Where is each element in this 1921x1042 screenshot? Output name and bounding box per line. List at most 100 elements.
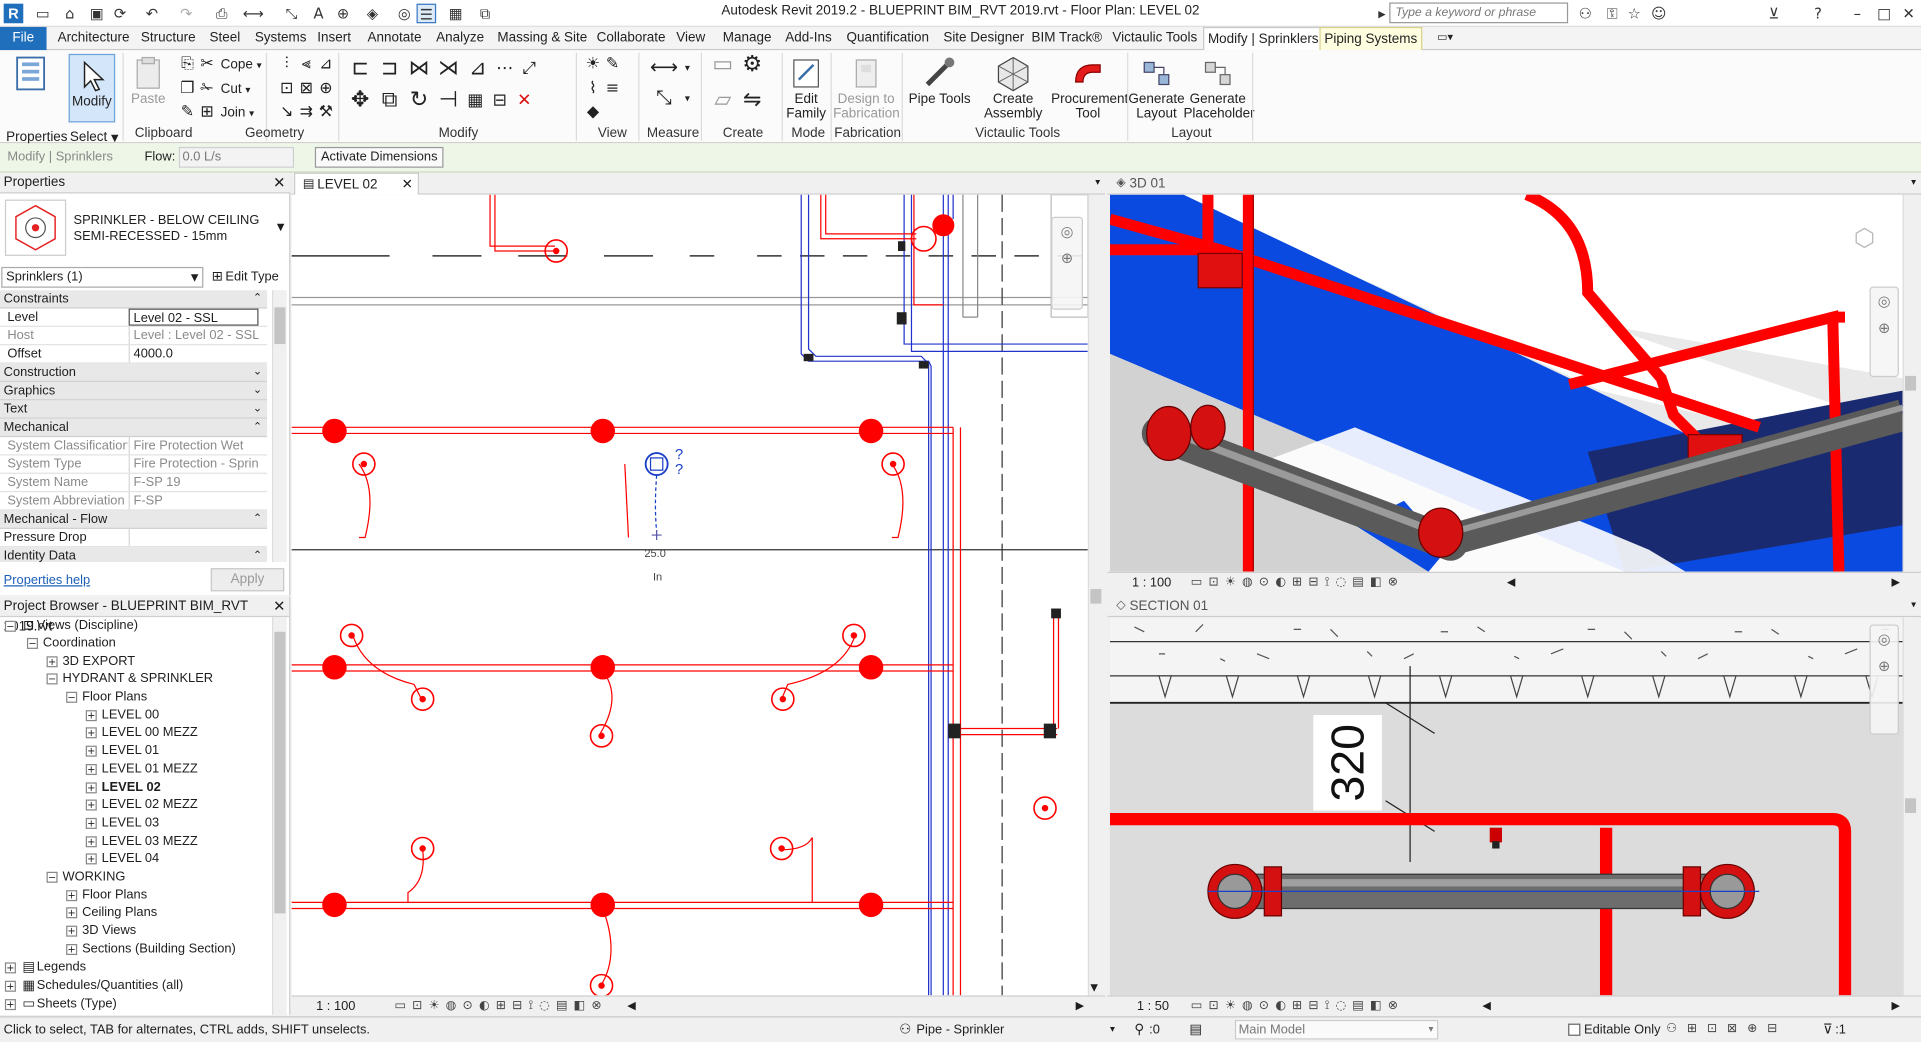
- scroll-down-icon[interactable]: ▼: [1090, 982, 1098, 993]
- design-to-fabrication-button[interactable]: Design to Fabrication: [833, 53, 900, 124]
- editable-only-toggle[interactable]: Editable Only: [1568, 1017, 1661, 1041]
- copy-button[interactable]: ⎘ ✂ Cope ▾: [178, 54, 261, 76]
- tab-annotate[interactable]: Annotate: [364, 27, 425, 50]
- subscription-icon[interactable]: ⚿: [1602, 4, 1622, 24]
- cut-button[interactable]: ❐ ✁ Cut ▾: [178, 78, 250, 100]
- tree-sheets[interactable]: + ▭ Sheets (Type): [4, 994, 117, 1012]
- 3d-view-canvas[interactable]: ⬡ ◎ ⊕: [1109, 194, 1903, 572]
- generate-placeholder-button[interactable]: Generate Placeholder: [1183, 53, 1255, 124]
- view-control-icons[interactable]: ▭⊡☀◍⊙◐⊞⊟⟟◌▤◧⊗: [1191, 573, 1404, 593]
- offset-field[interactable]: 4000.0: [128, 345, 259, 363]
- minimize-icon[interactable]: –: [1847, 4, 1867, 24]
- redo-icon[interactable]: ↷: [176, 4, 196, 24]
- tab-section-01[interactable]: ◇ SECTION 01: [1112, 595, 1208, 617]
- scroll-left-icon[interactable]: ◀: [1507, 573, 1515, 593]
- measure-icon[interactable]: ⟷: [243, 4, 264, 24]
- tab-quantification[interactable]: Quantification: [843, 27, 933, 50]
- tree-ceiling-plans[interactable]: + Ceiling Plans: [66, 904, 157, 922]
- flow-input[interactable]: 0.0 L/s: [178, 146, 295, 168]
- property-level[interactable]: Level Level 02 - SSL: [0, 308, 268, 327]
- type-subname[interactable]: SEMI-RECESSED - 15mm: [74, 229, 228, 244]
- scroll-thumb[interactable]: [1905, 375, 1917, 391]
- tab-massing-site[interactable]: Massing & Site: [494, 27, 591, 50]
- 3d-vertical-scrollbar[interactable]: [1902, 194, 1918, 572]
- tab-steel[interactable]: Steel: [206, 27, 244, 50]
- tab-structure[interactable]: Structure: [137, 27, 199, 50]
- tab-piping-systems[interactable]: Piping Systems: [1319, 26, 1423, 51]
- active-design-option[interactable]: Main Model ▾: [1234, 1019, 1439, 1040]
- plan-view-canvas[interactable]: ?? 25.0 In ◎ ⊕: [291, 194, 1088, 996]
- chevron-down-icon[interactable]: ▾: [1110, 1017, 1115, 1041]
- filter-count[interactable]: ⊽:1: [1820, 1017, 1846, 1041]
- steering-wheel-icon[interactable]: ◎: [1871, 288, 1898, 315]
- tab-file[interactable]: File: [0, 26, 47, 51]
- properties-scrollbar[interactable]: [271, 290, 287, 562]
- instance-selector[interactable]: Sprinklers (1) ▼: [1, 266, 204, 288]
- help-icon[interactable]: ?: [1808, 4, 1828, 24]
- tab-menu-icon[interactable]: ▾: [1095, 176, 1100, 187]
- geometry-tools-row-2[interactable]: ⊡ ⊠ ⊕: [277, 78, 336, 100]
- zoom-icon[interactable]: ⊕: [1871, 315, 1898, 342]
- tree-level-04[interactable]: + LEVEL 04: [85, 850, 159, 868]
- sync-icon[interactable]: ⟳: [110, 4, 130, 24]
- 3d-scale[interactable]: 1 : 100: [1132, 573, 1171, 593]
- tree-working[interactable]: − WORKING: [46, 868, 125, 886]
- paste-button[interactable]: Paste: [125, 53, 172, 124]
- tab-victaulic-tools[interactable]: Victaulic Tools: [1109, 27, 1201, 50]
- view-tools-row-1[interactable]: ☀ ✎: [583, 54, 622, 76]
- join-button[interactable]: ✎ ⊞ Join ▾: [178, 102, 254, 124]
- tree-legends[interactable]: + ▤ Legends: [4, 957, 86, 975]
- geometry-tools-row-1[interactable]: ⫶ ⫷ ⊿: [277, 54, 336, 76]
- tree-level-00-mezz[interactable]: + LEVEL 00 MEZZ: [85, 724, 198, 742]
- group-construction[interactable]: Construction ⌄: [0, 363, 268, 383]
- switch-windows-icon[interactable]: ⧉: [475, 4, 495, 24]
- group-constraints[interactable]: Constraints ⌃: [0, 290, 268, 309]
- tree-schedules[interactable]: + ▦ Schedules/Quantities (all): [4, 976, 183, 994]
- edit-type-button[interactable]: ⊞ Edit Type: [209, 267, 279, 288]
- scroll-left-icon[interactable]: ◀: [627, 997, 635, 1017]
- ribbon-toggle-icon[interactable]: ▭▾: [1433, 27, 1456, 50]
- search-input[interactable]: Type a keyword or phrase: [1389, 2, 1569, 24]
- tab-menu-icon[interactable]: ▾: [1911, 599, 1916, 610]
- section-horizontal-thumb[interactable]: [1661, 999, 1679, 1014]
- close-icon[interactable]: ✕: [273, 596, 285, 617]
- scroll-right-icon[interactable]: ▶: [1892, 573, 1900, 593]
- scroll-left-icon[interactable]: ◀: [1482, 997, 1490, 1017]
- tree-level-02[interactable]: + LEVEL 02: [85, 779, 161, 797]
- user-icon[interactable]: ☺: [1649, 4, 1669, 24]
- tree-floor-plans[interactable]: − Floor Plans: [66, 688, 147, 706]
- navigation-bar-3d[interactable]: ◎ ⊕: [1869, 286, 1899, 378]
- tree-level-03-mezz[interactable]: + LEVEL 03 MEZZ: [85, 833, 198, 851]
- tab-level-02[interactable]: ▤ LEVEL 02 ✕: [294, 172, 419, 195]
- close-icon[interactable]: ✕: [273, 173, 285, 194]
- plan-scale[interactable]: 1 : 100: [316, 997, 355, 1017]
- group-mechanical[interactable]: Mechanical ⌃: [0, 418, 268, 438]
- tab-collaborate[interactable]: Collaborate: [593, 27, 669, 50]
- open-icon[interactable]: ▭: [33, 4, 53, 24]
- family-selector[interactable]: ⚇ Pipe - Sprinkler: [894, 1017, 1004, 1041]
- tree-level-00[interactable]: + LEVEL 00: [85, 706, 159, 724]
- favorites-star-icon[interactable]: ☆: [1624, 4, 1644, 24]
- measure-between-button[interactable]: ⟷ ▾: [647, 56, 690, 78]
- 3d-view-icon[interactable]: ◈: [363, 4, 383, 24]
- generate-layout-button[interactable]: Generate Layout: [1127, 53, 1186, 124]
- tab-view[interactable]: View: [673, 27, 709, 50]
- tree-working-floor-plans[interactable]: + Floor Plans: [66, 886, 147, 904]
- thin-lines-icon[interactable]: ☰: [416, 3, 437, 23]
- properties-help-link[interactable]: Properties help: [4, 573, 91, 588]
- property-offset[interactable]: Offset 4000.0: [0, 345, 268, 364]
- print-icon[interactable]: ⎙: [212, 4, 232, 24]
- plan-vertical-scrollbar[interactable]: ▼: [1087, 194, 1103, 996]
- tab-analyze[interactable]: Analyze: [432, 27, 487, 50]
- scroll-thumb[interactable]: [1905, 798, 1917, 814]
- design-options-icon[interactable]: ▤: [1186, 1017, 1206, 1041]
- tree-level-01[interactable]: + LEVEL 01: [85, 742, 159, 760]
- edit-family-button[interactable]: Edit Family: [784, 53, 828, 124]
- steering-wheel-icon[interactable]: ◎: [1871, 626, 1898, 653]
- create-tools-row-2[interactable]: ▱ ⇋: [708, 89, 767, 111]
- scroll-thumb[interactable]: [274, 307, 286, 345]
- editable-only-checkbox[interactable]: [1568, 1023, 1581, 1037]
- dimension-button[interactable]: ⤡ ▾: [647, 87, 690, 109]
- tab-add-ins[interactable]: Add-Ins: [782, 27, 836, 50]
- tree-hydrant-sprinkler[interactable]: − HYDRANT & SPRINKLER: [46, 670, 213, 688]
